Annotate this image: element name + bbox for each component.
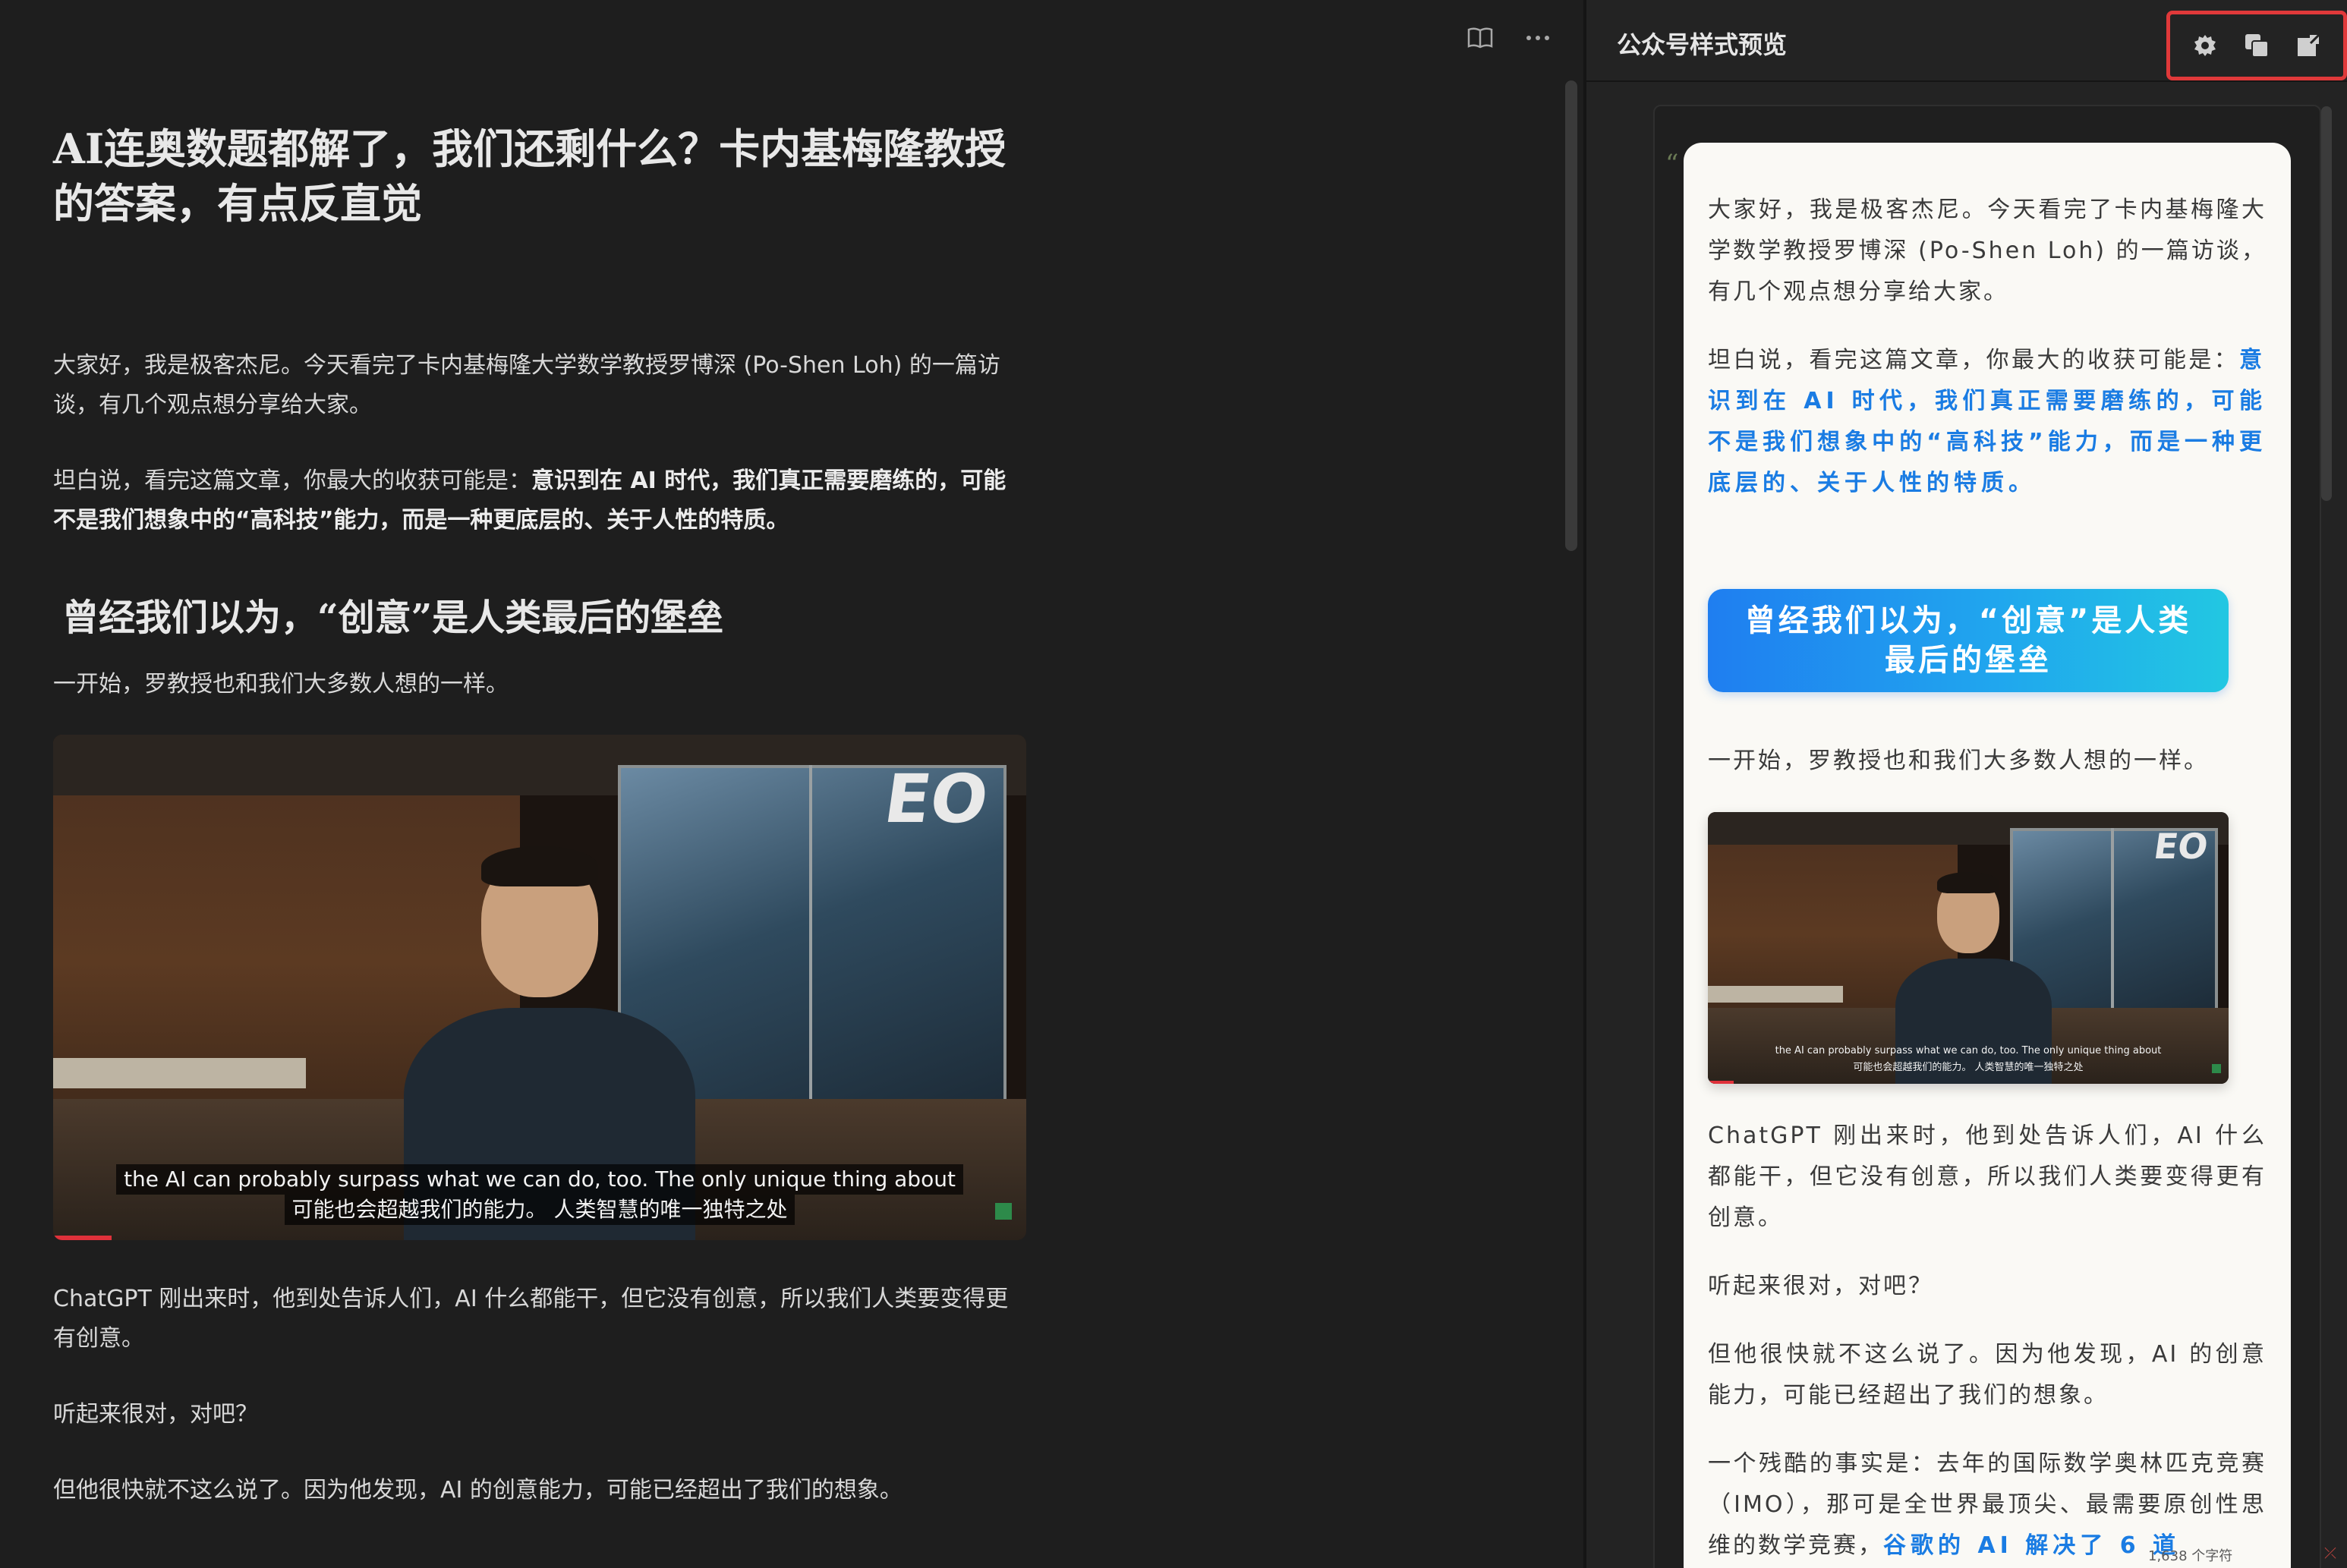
paragraph-creativity: 但他很快就不这么说了。因为他发现，AI 的创意能力，可能已经超出了我们的想象。 — [53, 1477, 903, 1503]
editor-toolbar — [1465, 23, 1553, 53]
paragraph-takeaway-lead: 坦白说，看完这篇文章，你最大的收获可能是： — [53, 468, 531, 494]
paragraph-start: 一开始，罗教授也和我们大多数人想的一样。 — [53, 671, 509, 697]
paragraph-chatgpt: ChatGPT 刚出来时，他到处告诉人们，AI 什么都能干，但它没有创意，所以我… — [53, 1286, 1009, 1352]
quote-mark: “ — [1665, 149, 1679, 179]
editor-scrollbar[interactable] — [1565, 80, 1577, 551]
wx-paragraph-chatgpt: ChatGPT 刚出来时，他到处告诉人们，AI 什么都能干，但它没有创意，所以我… — [1708, 1122, 2267, 1231]
wx-video-subtitles: the AI can probably surpass what we can … — [1708, 1042, 2229, 1075]
character-count: 1,638 个字符 — [2148, 1548, 2233, 1564]
wx-video-logo: EO — [2151, 825, 2211, 867]
paragraph-takeaway: 坦白说，看完这篇文章，你最大的收获可能是：意识到在 AI 时代，我们真正需要磨练… — [53, 461, 1025, 540]
preview-header: 公众号样式预览 — [1586, 0, 2347, 82]
video-subtitles: the AI can probably surpass what we can … — [53, 1164, 1026, 1226]
markdown-editor-pane[interactable]: AI连奥数题都解了，我们还剩什么？卡内基梅隆教授的答案，有点反直觉 大家好，我是… — [0, 0, 1583, 1568]
editor-document[interactable]: AI连奥数题都解了，我们还剩什么？卡内基梅隆教授的答案，有点反直觉 大家好，我是… — [53, 121, 1026, 1547]
preview-title: 公众号样式预览 — [1617, 30, 1788, 59]
export-icon[interactable] — [2293, 30, 2323, 61]
copy-icon[interactable] — [2241, 30, 2272, 61]
subtitle-zh: 可能也会超越我们的能力。 人类智慧的唯一独特之处 — [284, 1195, 795, 1226]
section-heading: 曾经我们以为，“创意”是人类最后的堡垒 — [62, 597, 724, 639]
wx-subtitle-en: the AI can probably surpass what we can … — [1775, 1045, 2162, 1057]
sync-error-icon[interactable]: ⤫ — [2324, 1544, 2342, 1562]
book-open-icon[interactable] — [1465, 23, 1495, 53]
wx-paragraph-intro: 大家好，我是极客杰尼。今天看完了卡内基梅隆大学数学教授罗博深 (Po-Shen … — [1708, 197, 2267, 305]
wx-paragraph-creativity: 但他很快就不这么说了。因为他发现，AI 的创意能力，可能已经超出了我们的想象。 — [1708, 1341, 2267, 1409]
wechat-preview-pane: 公众号样式预览 “ 大家好，我是极客杰尼。今天看完了卡内基梅隆大学数学教授罗博深… — [1586, 0, 2347, 1568]
preview-scrollbar[interactable] — [2321, 106, 2332, 501]
wx-paragraph-start: 一开始，罗教授也和我们大多数人想的一样。 — [1708, 748, 2209, 774]
subtitle-en: the AI can probably surpass what we can … — [116, 1164, 963, 1195]
wx-paragraph-question: 听起来很对，对吧？ — [1708, 1273, 1933, 1299]
video-logo: EO — [879, 760, 993, 839]
more-horizontal-icon[interactable] — [1523, 23, 1553, 53]
wx-paragraph-takeaway: 坦白说，看完这篇文章，你最大的收获可能是：意识到在 AI 时代，我们真正需要磨练… — [1708, 340, 2267, 504]
paragraph-intro: 大家好，我是极客杰尼。今天看完了卡内基梅隆大学数学教授罗博深 (Po-Shen … — [53, 352, 1000, 418]
wechat-article-card[interactable]: 大家好，我是极客杰尼。今天看完了卡内基梅隆大学数学教授罗博深 (Po-Shen … — [1684, 143, 2291, 1568]
preview-actions-group — [2166, 11, 2347, 80]
wx-paragraph-takeaway-lead: 坦白说，看完这篇文章，你最大的收获可能是： — [1708, 347, 2239, 373]
wx-video-screenshot-image: EO the AI can probably surpass what we c… — [1708, 812, 2229, 1084]
wx-subtitle-zh: 可能也会超越我们的能力。 人类智慧的唯一独特之处 — [1853, 1062, 2084, 1074]
settings-icon[interactable] — [2190, 30, 2220, 61]
video-screenshot-image: EO the AI can probably surpass what we c… — [53, 735, 1026, 1240]
document-title: AI连奥数题都解了，我们还剩什么？卡内基梅隆教授的答案，有点反直觉 — [53, 124, 1007, 228]
wx-highlight-imo: 谷歌的 AI 解决了 6 道 — [1883, 1532, 2181, 1559]
paragraph-question: 听起来很对，对吧？ — [53, 1401, 258, 1428]
wx-section-heading: 曾经我们以为，“创意”是人类最后的堡垒 — [1708, 589, 2229, 692]
